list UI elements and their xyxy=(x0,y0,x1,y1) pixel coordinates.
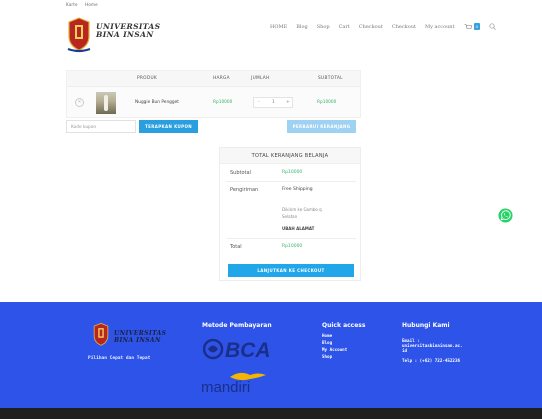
footer-link-my-account[interactable]: My Account xyxy=(322,347,347,352)
cart-table: PRODUK HARGA JUMLAH SUBTOTAL × Nuggie Bu… xyxy=(66,70,361,118)
header-product: PRODUK xyxy=(137,76,158,81)
contact-heading: Hubungi Kami xyxy=(402,322,450,329)
cart-count-badge[interactable]: 0 xyxy=(473,23,481,30)
university-crest-icon xyxy=(67,17,91,53)
footer-link-shop[interactable]: Shop xyxy=(322,354,332,359)
header-price: HARGA xyxy=(213,76,230,81)
nav-checkout[interactable]: Checkout xyxy=(359,24,383,30)
cart-table-header: PRODUK HARGA JUMLAH SUBTOTAL xyxy=(67,71,360,87)
total-value: Rp10000 xyxy=(282,244,303,249)
footer-logo[interactable]: UNIVERSITAS BINA INSAN xyxy=(92,322,172,348)
topbar-link-home[interactable]: Home xyxy=(85,2,98,7)
qty-plus-button[interactable]: + xyxy=(286,100,290,105)
search-icon[interactable] xyxy=(489,23,496,30)
brand-name: UNIVERSITAS BINA INSAN xyxy=(96,23,160,39)
contact-email-line-1[interactable]: universitasbinainsan.ac. xyxy=(402,343,463,348)
footer-tagline: Pilihan Cepat dan Tepat xyxy=(88,356,151,361)
brand-line-2: BINA INSAN xyxy=(96,30,154,39)
footer-brand-line-2: BINA INSAN xyxy=(114,336,161,344)
table-row: × Nuggie Bun Pengget Rp10000 - 1 + Rp100… xyxy=(67,88,360,119)
product-name-link[interactable]: Nuggie Bun Pengget xyxy=(135,100,179,105)
remove-item-button[interactable]: × xyxy=(75,98,84,107)
footer-link-blog[interactable]: Blog xyxy=(322,340,332,345)
footer-bottom-bar xyxy=(0,408,542,419)
product-price: Rp10000 xyxy=(213,100,233,105)
quantity-stepper[interactable]: - 1 + xyxy=(253,97,293,108)
total-label: Total xyxy=(230,244,242,250)
footer-brand-name: UNIVERSITAS BINA INSAN xyxy=(114,330,166,344)
cart-totals: TOTAL KERANJANG BELANJA Subtotal Rp10000… xyxy=(219,147,361,281)
site-logo[interactable]: UNIVERSITAS BINA INSAN xyxy=(66,16,176,56)
cart-totals-title: TOTAL KERANJANG BELANJA xyxy=(220,148,360,164)
nav-blog[interactable]: Blog xyxy=(296,24,307,30)
qty-value[interactable]: 1 xyxy=(272,100,275,105)
bca-logo: BCA xyxy=(203,338,269,360)
nav-shop[interactable]: Shop xyxy=(317,24,330,30)
site-header: UNIVERSITAS BINA INSAN HOME Blog Shop Ca… xyxy=(0,10,542,58)
mandiri-logo: mandiri xyxy=(201,372,266,395)
contact-email: Email : universitasbinainsan.ac. id xyxy=(402,338,463,353)
apply-coupon-button[interactable]: TERAPKAN KUPON xyxy=(139,120,198,133)
nav-cart[interactable]: Cart xyxy=(339,24,350,30)
nav-home[interactable]: HOME xyxy=(270,24,287,30)
shipping-value: Free Shipping xyxy=(282,187,313,192)
contact-phone: Telp : (+62) 722-452236 xyxy=(402,358,460,363)
site-footer: UNIVERSITAS BINA INSAN Pilihan Cepat dan… xyxy=(0,302,542,408)
nav-checkout-2[interactable]: Checkout xyxy=(392,24,416,30)
proceed-to-checkout-button[interactable]: LANJUTKAN KE CHECKOUT xyxy=(228,264,354,277)
bca-wordmark: BCA xyxy=(225,339,269,360)
row-subtotal: Rp10000 xyxy=(317,100,337,105)
shipping-destination: Dikirim ke Gambo q Selatan xyxy=(282,206,322,220)
divider xyxy=(226,181,356,182)
header-qty: JUMLAH xyxy=(251,76,270,81)
shipping-label: Pengiriman xyxy=(230,187,259,193)
update-cart-button[interactable]: PERBARUI KERANJANG xyxy=(287,120,356,133)
topbar: Karte Home xyxy=(0,0,542,9)
topbar-link-karte[interactable]: Karte xyxy=(66,2,78,7)
coupon-code-input[interactable]: Kode kupon xyxy=(66,120,136,133)
nav-my-account[interactable]: My account xyxy=(425,24,455,30)
university-crest-icon xyxy=(93,322,109,346)
subtotal-value: Rp10000 xyxy=(282,170,303,175)
payment-methods-heading: Metode Pembayaran xyxy=(202,322,272,329)
qty-minus-button[interactable]: - xyxy=(258,100,260,105)
shipping-destination-line-1: Dikirim ke Gambo q xyxy=(282,207,322,212)
mandiri-wordmark: mandiri xyxy=(201,379,250,395)
contact-email-line-2[interactable]: id xyxy=(402,348,463,353)
subtotal-label: Subtotal xyxy=(230,170,251,176)
footer-link-home[interactable]: Home xyxy=(322,333,332,338)
whatsapp-icon[interactable] xyxy=(498,208,513,223)
change-address-link[interactable]: UBAH ALAMAT xyxy=(282,226,314,231)
shipping-option[interactable]: Free Shipping xyxy=(282,183,348,196)
header-subtotal: SUBTOTAL xyxy=(318,76,343,81)
shipping-destination-line-2: Selatan xyxy=(282,214,298,219)
quick-access-heading: Quick access xyxy=(322,322,366,329)
main-nav: HOME Blog Shop Cart Checkout Checkout My… xyxy=(270,23,496,30)
cart-icon[interactable] xyxy=(464,23,472,30)
divider xyxy=(226,238,356,239)
product-thumbnail[interactable] xyxy=(96,92,116,114)
